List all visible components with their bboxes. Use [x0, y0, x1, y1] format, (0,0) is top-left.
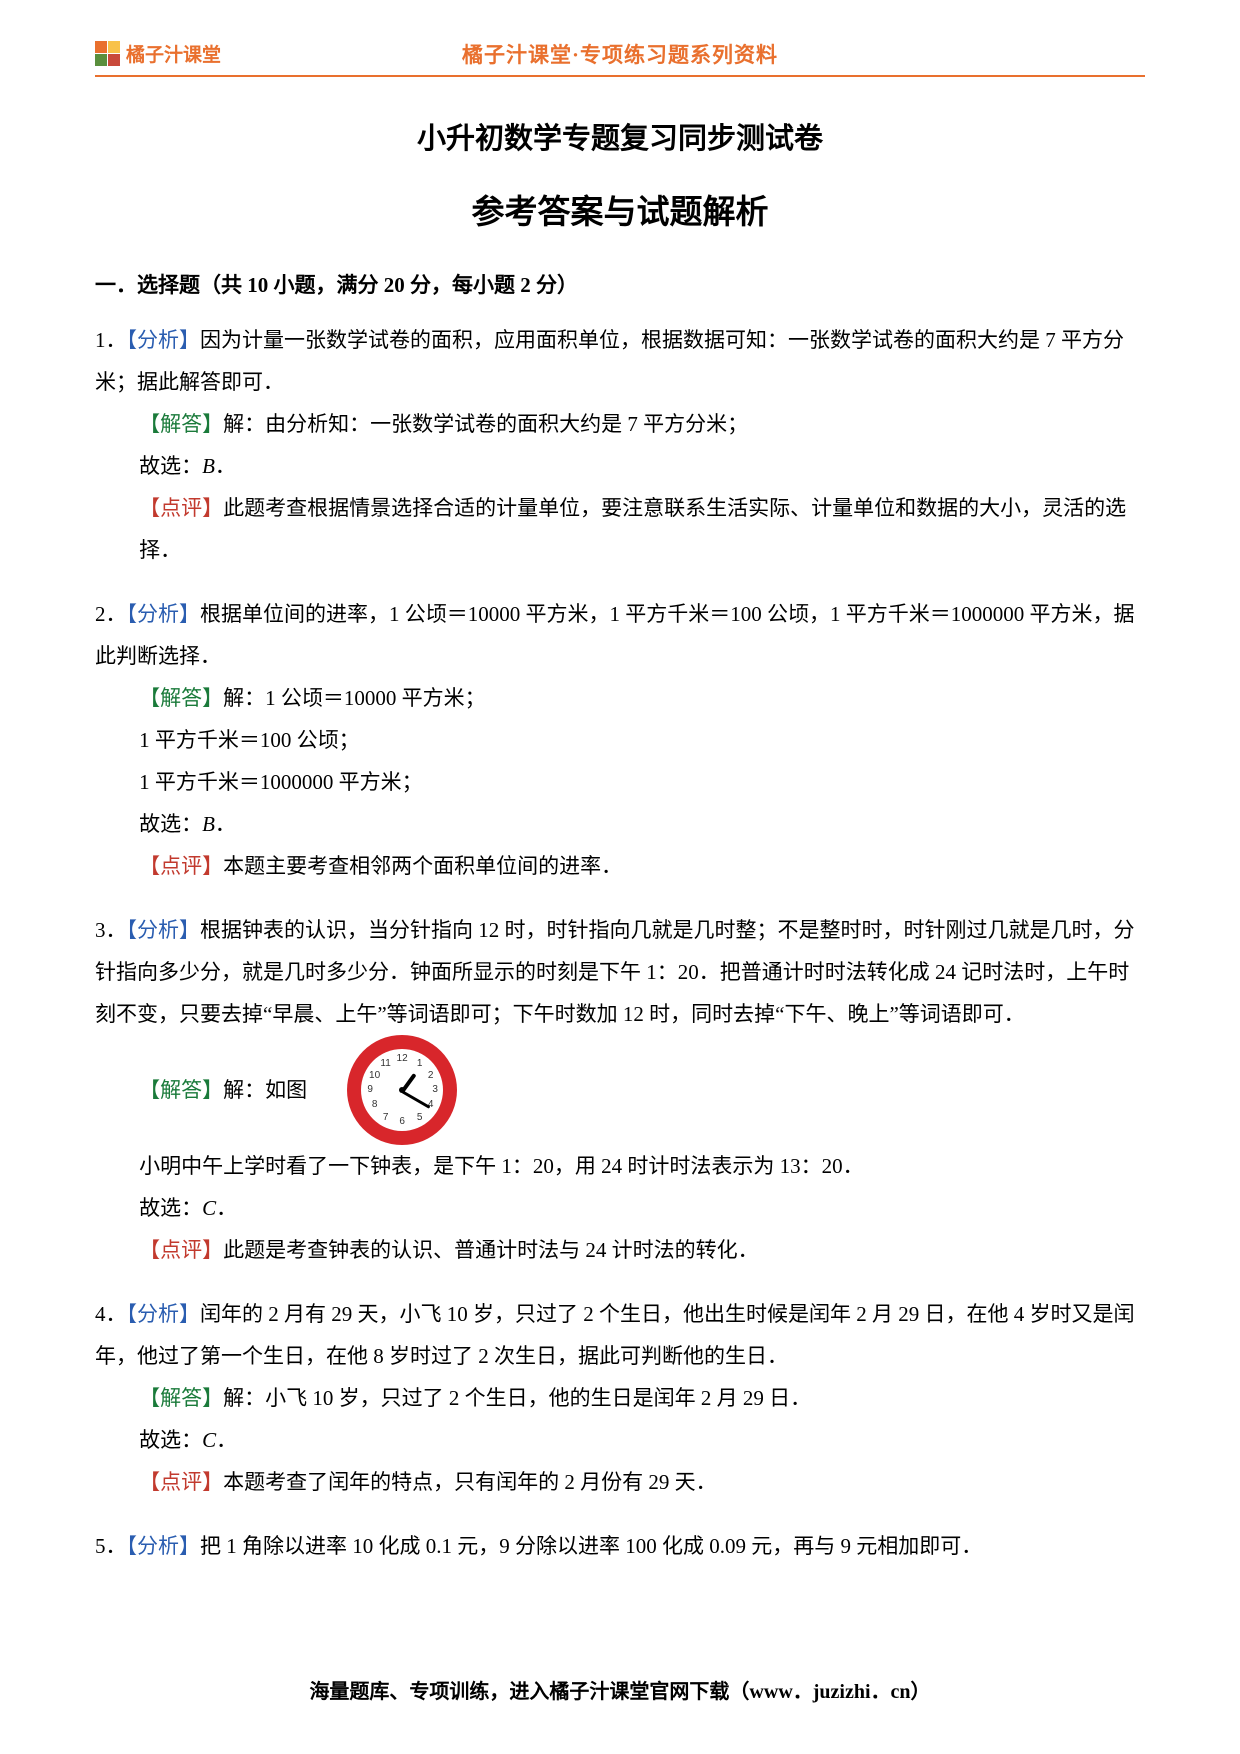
q1-analysis: 因为计量一张数学试卷的面积，应用面积单位，根据数据可知：一张数学试卷的面积大约是… — [95, 328, 1124, 394]
q1-number: 1． — [95, 328, 127, 352]
answer-tag: 【解答】 — [139, 1386, 223, 1410]
answer-prefix: 解： — [223, 1386, 265, 1410]
q2-a2: 1 平方千米＝100 公顷； — [95, 719, 1145, 761]
q2-a1: 1 公顷＝10000 平方米； — [265, 686, 486, 710]
q2-comment: 本题主要考查相邻两个面积单位间的进率． — [223, 854, 622, 878]
question-4: 4．【分析】闰年的 2 月有 29 天，小飞 10 岁，只过了 2 个生日，他出… — [95, 1293, 1145, 1503]
clock-num-11: 11 — [380, 1054, 390, 1074]
q3-after-img: 小明中午上学时看了一下钟表，是下午 1：20，用 24 时计时法表示为 13：2… — [95, 1145, 1145, 1187]
clock-num-5: 5 — [417, 1108, 423, 1128]
question-1: 1．【分析】因为计量一张数学试卷的面积，应用面积单位，根据数据可知：一张数学试卷… — [95, 319, 1145, 571]
header-divider — [95, 75, 1145, 77]
q5-analysis: 把 1 角除以进率 10 化成 0.1 元，9 分除以进率 100 化成 0.0… — [200, 1534, 982, 1558]
q4-number: 4． — [95, 1302, 127, 1326]
brand-logo: 橘子汁课堂 — [95, 40, 221, 67]
analysis-tag: 【分析】 — [127, 1302, 201, 1326]
q5-number: 5． — [95, 1534, 127, 1558]
q4-analysis: 闰年的 2 月有 29 天，小飞 10 岁，只过了 2 个生日，他出生时候是闰年… — [95, 1302, 1135, 1368]
q3-number: 3． — [95, 918, 127, 942]
choice-label: 故选： — [139, 1196, 202, 1220]
q2-analysis: 根据单位间的进率，1 公顷＝10000 平方米，1 平方千米＝100 公顷，1 … — [95, 602, 1135, 668]
q4-comment: 本题考查了闰年的特点，只有闰年的 2 月份有 29 天． — [223, 1470, 717, 1494]
comment-tag: 【点评】 — [139, 854, 223, 878]
choice-label: 故选： — [139, 454, 202, 478]
q1-answer: 由分析知：一张数学试卷的面积大约是 7 平方分米； — [265, 412, 748, 436]
page-container: 橘子汁课堂 橘子汁课堂·专项练习题系列资料 小升初数学专题复习同步测试卷 参考答… — [0, 0, 1240, 1629]
page-subtitle: 参考答案与试题解析 — [95, 185, 1145, 233]
clock-num-1: 1 — [417, 1054, 423, 1074]
logo-icon — [95, 41, 120, 66]
q2-number: 2． — [95, 602, 127, 626]
clock-image: 12 1 2 3 4 5 6 7 8 9 10 11 — [347, 1035, 457, 1145]
section-heading: 一．选择题（共 10 小题，满分 20 分，每小题 2 分） — [95, 269, 1145, 299]
q4-answer: 小飞 10 岁，只过了 2 个生日，他的生日是闰年 2 月 29 日． — [265, 1386, 811, 1410]
as-shown-label: 如图 — [265, 1078, 307, 1102]
question-5: 5．【分析】把 1 角除以进率 10 化成 0.1 元，9 分除以进率 100 … — [95, 1525, 1145, 1567]
q4-choice: C — [202, 1428, 216, 1452]
clock-num-7: 7 — [383, 1108, 389, 1128]
choice-label: 故选： — [139, 812, 202, 836]
question-2: 2．【分析】根据单位间的进率，1 公顷＝10000 平方米，1 平方千米＝100… — [95, 593, 1145, 887]
clock-num-12: 12 — [397, 1049, 408, 1069]
q2-choice: B — [202, 812, 215, 836]
page-header: 橘子汁课堂 橘子汁课堂·专项练习题系列资料 — [95, 40, 1145, 67]
clock-num-6: 6 — [399, 1112, 405, 1132]
comment-tag: 【点评】 — [139, 1238, 223, 1262]
analysis-tag: 【分析】 — [127, 1534, 201, 1558]
q3-comment: 此题是考查钟表的认识、普通计时法与 24 计时法的转化． — [223, 1238, 759, 1262]
answer-prefix: 解： — [223, 686, 265, 710]
clock-num-10: 10 — [369, 1066, 380, 1086]
logo-text: 橘子汁课堂 — [126, 40, 221, 67]
q1-choice: B — [202, 454, 215, 478]
header-title: 橘子汁课堂·专项练习题系列资料 — [462, 39, 778, 69]
clock-center-dot — [399, 1087, 405, 1093]
question-3: 3．【分析】根据钟表的认识，当分针指向 12 时，时针指向几就是几时整；不是整时… — [95, 909, 1145, 1271]
answer-tag: 【解答】 — [139, 412, 223, 436]
page-title: 小升初数学专题复习同步测试卷 — [95, 115, 1145, 157]
page-footer: 海量题库、专项训练，进入橘子汁课堂官网下载（www．juzizhi．cn） — [0, 1675, 1240, 1704]
comment-tag: 【点评】 — [139, 1470, 223, 1494]
q3-analysis: 根据钟表的认识，当分针指向 12 时，时针指向几就是几时整；不是整时时，时针刚过… — [95, 918, 1135, 1026]
answer-tag: 【解答】 — [139, 686, 223, 710]
analysis-tag: 【分析】 — [127, 918, 201, 942]
analysis-tag: 【分析】 — [127, 602, 201, 626]
q3-choice: C — [202, 1196, 216, 1220]
q1-comment: 此题考查根据情景选择合适的计量单位，要注意联系生活实际、计量单位和数据的大小，灵… — [139, 496, 1126, 562]
comment-tag: 【点评】 — [139, 496, 223, 520]
choice-label: 故选： — [139, 1428, 202, 1452]
analysis-tag: 【分析】 — [127, 328, 201, 352]
answer-prefix: 解： — [223, 1078, 265, 1102]
answer-tag: 【解答】 — [139, 1078, 223, 1102]
answer-prefix: 解： — [223, 412, 265, 436]
q2-a3: 1 平方千米＝1000000 平方米； — [95, 761, 1145, 803]
